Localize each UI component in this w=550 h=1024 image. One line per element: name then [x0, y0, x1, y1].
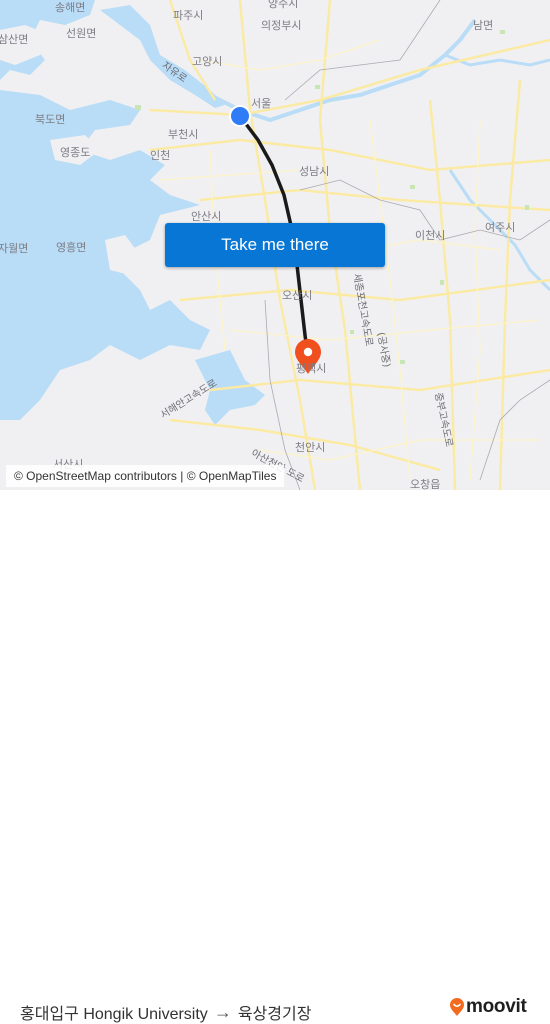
- footer-bar: 홍대입구 Hongik University → 육상경기장 moovit: [0, 490, 550, 1023]
- map-label-bukdo-myeon: 북도면: [35, 113, 66, 126]
- origin-marker[interactable]: [229, 105, 251, 127]
- sea-area: [0, 0, 210, 420]
- map-label-bucheon-si: 부천시: [168, 128, 199, 141]
- map-label-paju-si: 파주시: [173, 9, 204, 22]
- moovit-wordmark: moovit: [466, 996, 527, 1017]
- map-label-yeoju-si: 여주시: [485, 221, 516, 234]
- map-label-samsan-myeon: 삼산면: [0, 33, 29, 46]
- take-me-there-button[interactable]: Take me there: [165, 223, 385, 267]
- map-label-osan-si: 오산시: [282, 289, 313, 302]
- map-label-yeongjong-do: 영종도: [60, 146, 91, 159]
- origin-name: 홍대입구 Hongik University: [20, 1006, 208, 1023]
- map-label-icheon-si: 이천시: [415, 229, 446, 242]
- map-label-cheonan-si: 천안시: [295, 441, 326, 454]
- map-view[interactable]: 송해면 삼산면 선원면 파주시 양주시 의정부시 남면 고양시 서울 북도면 부…: [0, 0, 550, 490]
- map-label-pyeongtaek-si: 평택시: [296, 362, 327, 375]
- map-label-jawol-myeon: 자월면: [0, 242, 29, 255]
- map-label-seongnam-si: 성남시: [299, 165, 330, 178]
- arrow-right-icon: →: [213, 1001, 232, 1022]
- map-label-nam-myeon: 남면: [473, 19, 494, 32]
- map-label-yangju-si: 양주시: [268, 0, 299, 10]
- map-label-songhae-myeon: 송해면: [55, 1, 86, 14]
- map-label-seoul: 서울: [251, 97, 272, 110]
- moovit-logo[interactable]: moovit: [449, 996, 527, 1018]
- map-attribution[interactable]: © OpenStreetMap contributors | © OpenMap…: [6, 465, 285, 487]
- map-label-ochang-eup: 오창읍: [410, 478, 441, 490]
- map-label-goyang-si: 고양시: [192, 55, 223, 68]
- route-title: 홍대입구 Hongik University → 육상경기장: [20, 1000, 311, 1024]
- map-label-incheon: 인천: [150, 149, 171, 162]
- map-label-seonwon-myeon: 선원면: [66, 27, 97, 40]
- moovit-pin-icon: [450, 998, 464, 1016]
- map-label-uijeongbu-si: 의정부시: [261, 19, 302, 32]
- destination-name: 육상경기장: [237, 1006, 312, 1023]
- map-label-yeongheung-myeon: 영흥면: [56, 241, 87, 254]
- map-label-ansan-si: 안산시: [191, 210, 222, 223]
